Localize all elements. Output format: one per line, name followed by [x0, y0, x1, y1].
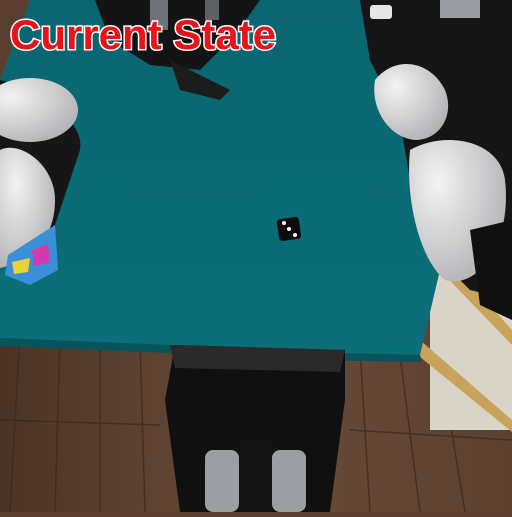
robot-base — [165, 345, 345, 512]
state-title: Current State — [8, 11, 277, 58]
scene-canvas — [0, 0, 512, 513]
die — [276, 216, 302, 242]
scene-view — [0, 0, 512, 513]
